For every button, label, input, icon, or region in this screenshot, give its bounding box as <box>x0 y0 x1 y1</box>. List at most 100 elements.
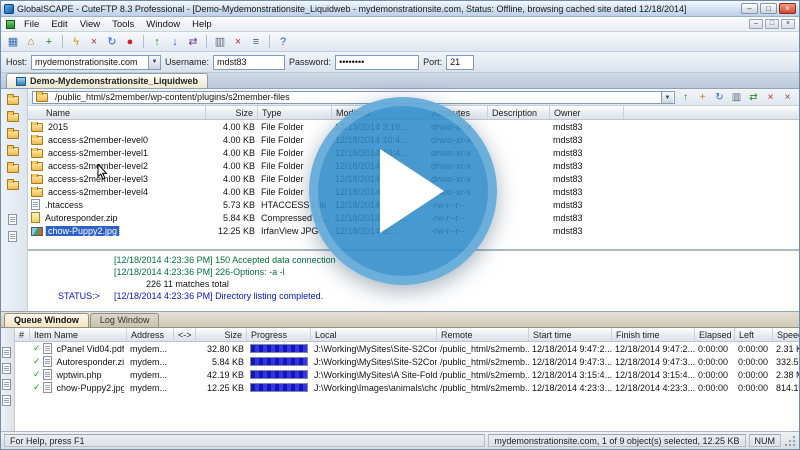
queue-left-strip <box>1 328 15 431</box>
column-header-progress[interactable]: Progress <box>247 328 311 341</box>
transfer-icon[interactable]: ⇄ <box>746 90 761 104</box>
column-header-address[interactable]: Address <box>127 328 174 341</box>
view-mode-icon[interactable]: ▥ <box>212 34 228 50</box>
resize-grip-icon[interactable] <box>784 435 796 447</box>
menu-edit[interactable]: Edit <box>45 18 73 31</box>
menu-file[interactable]: File <box>18 18 45 31</box>
mdi-minimize-button[interactable]: – <box>749 19 763 29</box>
column-header-name[interactable]: Name <box>28 106 206 119</box>
column-header-elapsed[interactable]: Elapsed <box>695 328 735 341</box>
window-controls: –□× <box>741 3 796 14</box>
log-text: 226 11 matches total <box>146 278 229 290</box>
close-icon[interactable]: × <box>780 90 795 104</box>
delete-icon[interactable]: × <box>230 34 246 50</box>
tab-log-window[interactable]: Log Window <box>90 313 160 327</box>
new-folder-icon[interactable]: + <box>695 90 710 104</box>
menu-help[interactable]: Help <box>186 18 218 31</box>
password-input[interactable] <box>336 56 418 69</box>
column-header-type[interactable]: Type <box>258 106 332 119</box>
strip-glyph <box>2 363 11 374</box>
queue-row[interactable]: ✓chow-Puppy2.jpg mydem... 12.25 KB J:\Wo… <box>15 381 799 394</box>
username-field <box>213 55 285 70</box>
tab-queue-window[interactable]: Queue Window <box>4 313 89 327</box>
file-type-icon <box>31 175 43 184</box>
stop-icon[interactable]: × <box>763 90 778 104</box>
column-header-size[interactable]: Size <box>196 328 247 341</box>
column-header-direction[interactable]: <-> <box>174 328 196 341</box>
site-folder-icon[interactable] <box>7 145 21 157</box>
column-header-item-name[interactable]: Item Name <box>30 328 127 341</box>
column-header-local[interactable]: Local <box>311 328 437 341</box>
column-header-start-time[interactable]: Start time <box>529 328 612 341</box>
queue-row[interactable]: ✓Autoresponder.zip mydem... 5.84 KB J:\W… <box>15 355 799 368</box>
queue-left: 0:00:00 <box>735 383 773 393</box>
file-size: 5.84 KB <box>206 213 258 223</box>
refresh-icon[interactable]: ↻ <box>104 34 120 50</box>
connect-icon[interactable]: ϟ <box>68 34 84 50</box>
menu-tools[interactable]: Tools <box>106 18 140 31</box>
stop-icon[interactable]: ● <box>122 34 138 50</box>
column-header-number[interactable]: # <box>15 328 30 341</box>
queue-address: mydem... <box>127 344 174 354</box>
session-tab[interactable]: Demo-Mydemonstrationsite_Liquidweb <box>6 73 208 88</box>
new-site-icon[interactable]: + <box>41 34 57 50</box>
column-header-remote[interactable]: Remote <box>437 328 529 341</box>
file-size: 4.00 KB <box>206 161 258 171</box>
transfer-icon[interactable]: ⇄ <box>185 34 201 50</box>
queue-speed: 332.59... <box>773 357 799 367</box>
site-folder-icon[interactable] <box>7 111 21 123</box>
download-icon[interactable]: ↓ <box>167 34 183 50</box>
mdi-close-button[interactable]: × <box>781 19 795 29</box>
menu-window[interactable]: Window <box>140 18 186 31</box>
column-header-size[interactable]: Size <box>206 106 258 119</box>
document-shortcut-icon[interactable] <box>7 230 21 242</box>
site-folder-icon[interactable] <box>7 128 21 140</box>
site-folder-icon[interactable] <box>7 162 21 174</box>
log-line: 226 11 matches total <box>90 278 795 290</box>
refresh-icon[interactable]: ↻ <box>712 90 727 104</box>
video-play-button[interactable] <box>309 97 497 285</box>
strip-glyph <box>8 214 17 225</box>
close-button[interactable]: × <box>779 3 796 14</box>
help-icon[interactable]: ? <box>275 34 291 50</box>
queue-row[interactable]: ✓cPanel Vid04.pdf mydem... 32.80 KB J:\W… <box>15 342 799 355</box>
queue-row[interactable]: ✓wptwin.php mydem... 42.19 KB J:\Working… <box>15 368 799 381</box>
minimize-button[interactable]: – <box>741 3 758 14</box>
mdi-child-icon <box>6 20 15 29</box>
maximize-button[interactable]: □ <box>760 3 777 14</box>
document-shortcut-icon[interactable] <box>7 213 21 225</box>
column-header-speed[interactable]: Speed <box>773 328 799 341</box>
disconnect-icon[interactable]: × <box>86 34 102 50</box>
path-dropdown-arrow[interactable]: ▼ <box>661 92 673 103</box>
column-header-owner[interactable]: Owner <box>550 106 624 119</box>
column-header-description[interactable]: Description <box>488 106 550 119</box>
queue-item-name: cPanel Vid04.pdf <box>55 344 124 354</box>
site-manager-icon[interactable]: ⌂ <box>23 34 39 50</box>
strip-glyph <box>2 347 11 358</box>
port-input[interactable] <box>447 56 473 69</box>
folder-up-icon[interactable]: ↑ <box>678 90 693 104</box>
remote-path-combo[interactable]: /public_html/s2member/wp-content/plugins… <box>32 91 675 104</box>
queue-item-marker-icon[interactable] <box>1 378 15 390</box>
column-header-finish-time[interactable]: Finish time <box>612 328 695 341</box>
queue-item-marker-icon[interactable] <box>1 394 15 406</box>
properties-icon[interactable]: ≡ <box>248 34 264 50</box>
mdi-restore-button[interactable]: □ <box>765 19 779 29</box>
app-icon <box>4 4 14 14</box>
queue-tab-bar: Queue WindowLog Window <box>1 312 799 327</box>
username-input[interactable] <box>214 56 284 69</box>
queue-remote-path: /public_html/s2memb... <box>437 344 529 354</box>
toolbar-separator <box>206 35 207 48</box>
upload-icon[interactable]: ↑ <box>149 34 165 50</box>
queue-item-marker-icon[interactable] <box>1 346 15 358</box>
site-folder-icon[interactable] <box>7 94 21 106</box>
host-dropdown-arrow[interactable]: ▼ <box>148 56 160 69</box>
menu-view[interactable]: View <box>74 18 106 31</box>
password-field <box>335 55 419 70</box>
host-input[interactable] <box>32 56 148 69</box>
column-header-left[interactable]: Left <box>735 328 773 341</box>
view-icon[interactable]: ▥ <box>729 90 744 104</box>
display-panes-icon[interactable]: ▦ <box>5 34 21 50</box>
queue-item-marker-icon[interactable] <box>1 362 15 374</box>
strip-spacer[interactable] <box>7 196 21 208</box>
